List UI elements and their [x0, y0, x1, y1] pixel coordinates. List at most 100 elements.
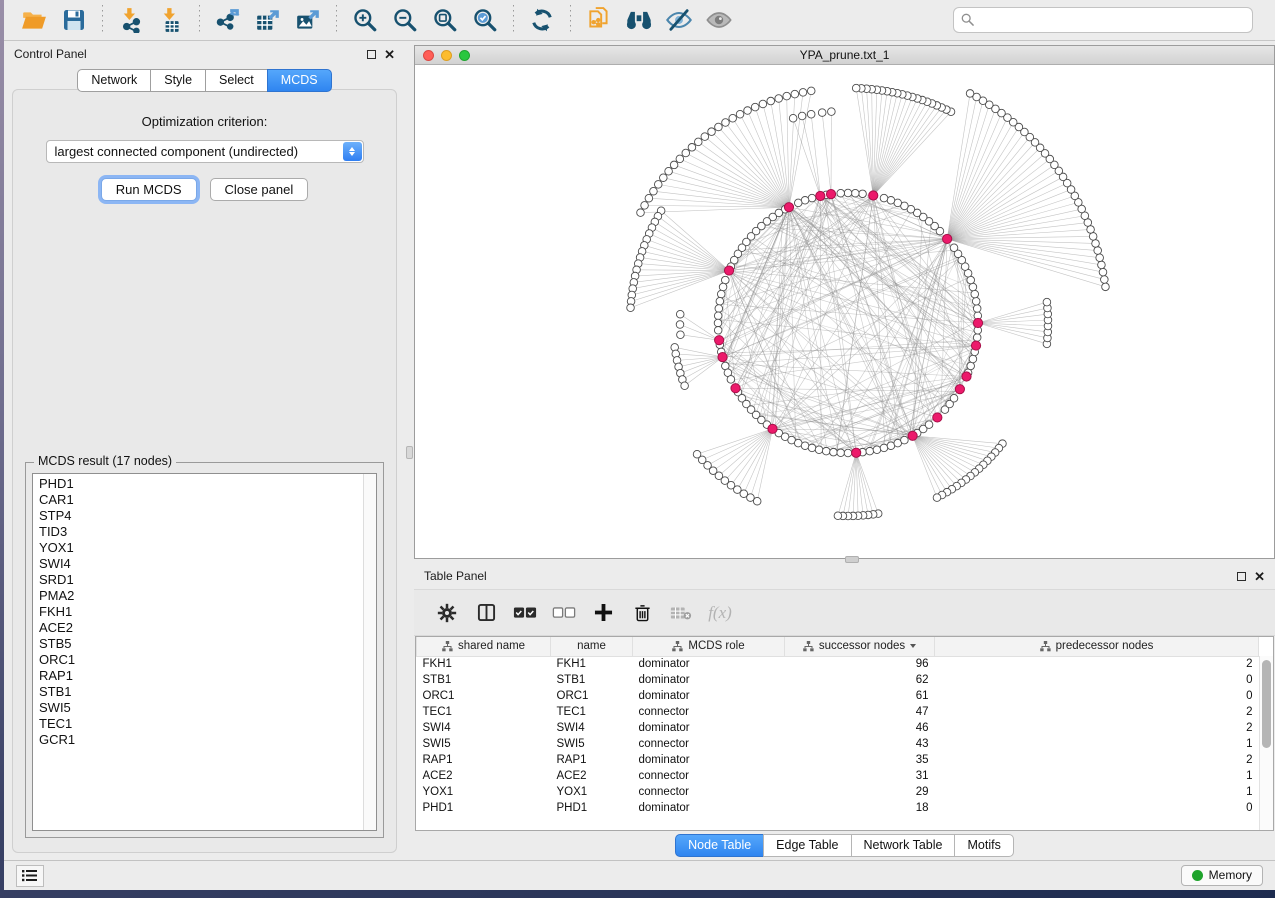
table-cell: SWI5 [417, 736, 551, 752]
delete-column-button[interactable] [627, 598, 657, 628]
task-history-button[interactable] [16, 865, 44, 887]
column-header-name[interactable]: name [551, 637, 633, 656]
column-header-shared-name[interactable]: shared name [417, 637, 551, 656]
tab-mcds[interactable]: MCDS [267, 69, 332, 92]
table-row[interactable]: FKH1FKH1dominator962 [417, 656, 1259, 672]
mcds-result-item[interactable]: ORC1 [39, 652, 361, 668]
table-cell: ORC1 [551, 688, 633, 704]
sort-indicator-icon [910, 644, 916, 648]
hide-selected-button[interactable] [659, 4, 699, 36]
mcds-result-item[interactable]: FKH1 [39, 604, 361, 620]
first-neighbors-button[interactable] [619, 4, 659, 36]
combo-stepper-icon [343, 142, 362, 161]
save-session-button[interactable] [54, 4, 94, 36]
zoom-selected-button[interactable] [465, 4, 505, 36]
import-network-button[interactable] [111, 4, 151, 36]
table-row[interactable]: RAP1RAP1dominator352 [417, 752, 1259, 768]
control-panel-close-button[interactable]: ✕ [384, 50, 395, 59]
tab-edge-table[interactable]: Edge Table [763, 834, 850, 857]
splitter-handle[interactable] [406, 446, 413, 459]
network-graph[interactable] [415, 65, 1275, 558]
export-table-button[interactable] [248, 4, 288, 36]
export-network-button[interactable] [208, 4, 248, 36]
tab-motifs[interactable]: Motifs [954, 834, 1013, 857]
table-panel-float-button[interactable] [1237, 572, 1246, 581]
horizontal-splitter[interactable] [414, 559, 1275, 563]
mcds-result-item[interactable]: STB5 [39, 636, 361, 652]
refresh-layout-button[interactable] [522, 4, 562, 36]
mcds-list-scrollbar[interactable] [363, 474, 376, 830]
trash-icon [633, 603, 652, 622]
table-row[interactable]: SWI5SWI5connector431 [417, 736, 1259, 752]
table-cell: 1 [935, 784, 1259, 800]
tab-node-table[interactable]: Node Table [675, 834, 763, 857]
delete-table-button [666, 598, 696, 628]
select-all-columns-button[interactable] [510, 598, 540, 628]
export-image-button[interactable] [288, 4, 328, 36]
mcds-result-item[interactable]: SWI5 [39, 700, 361, 716]
open-file-button[interactable] [14, 4, 54, 36]
mcds-result-item[interactable]: SRD1 [39, 572, 361, 588]
column-header-MCDS-role[interactable]: MCDS role [633, 637, 785, 656]
import-table-button[interactable] [151, 4, 191, 36]
table-scrollbar-thumb[interactable] [1262, 660, 1271, 748]
mcds-result-item[interactable]: TID3 [39, 524, 361, 540]
mcds-result-item[interactable]: GCR1 [39, 732, 361, 748]
tab-style[interactable]: Style [150, 69, 205, 92]
show-column-button[interactable] [471, 598, 501, 628]
table-row[interactable]: SWI4SWI4dominator462 [417, 720, 1259, 736]
table-cell: 47 [785, 704, 935, 720]
search-input[interactable] [953, 7, 1253, 33]
network-canvas[interactable] [415, 65, 1274, 558]
mcds-result-item[interactable]: RAP1 [39, 668, 361, 684]
create-column-button[interactable] [588, 598, 618, 628]
memory-button[interactable]: Memory [1181, 865, 1263, 886]
vertical-splitter[interactable] [405, 41, 414, 860]
zoom-in-button[interactable] [345, 4, 385, 36]
table-cell: ACE2 [417, 768, 551, 784]
mcds-result-list[interactable]: PHD1CAR1STP4TID3YOX1SWI4SRD1PMA2FKH1ACE2… [32, 473, 377, 831]
criterion-select[interactable]: largest connected component (undirected) [46, 140, 364, 163]
table-cell: 2 [935, 752, 1259, 768]
table-cell: dominator [633, 672, 785, 688]
tab-network[interactable]: Network [77, 69, 150, 92]
mcds-result-item[interactable]: STB1 [39, 684, 361, 700]
copy-network-button[interactable] [579, 4, 619, 36]
mcds-result-item[interactable]: STP4 [39, 508, 361, 524]
zoom-out-button[interactable] [385, 4, 425, 36]
unselect-all-columns-button[interactable] [549, 598, 579, 628]
column-header-successor-nodes[interactable]: successor nodes [785, 637, 935, 656]
mcds-result-item[interactable]: PHD1 [39, 476, 361, 492]
zoom-selected-icon [472, 7, 498, 33]
table-scrollbar[interactable] [1259, 656, 1273, 830]
mcds-result-item[interactable]: YOX1 [39, 540, 361, 556]
table-panel-close-button[interactable]: ✕ [1254, 572, 1265, 581]
table-row[interactable]: STB1STB1dominator620 [417, 672, 1259, 688]
toolbar-separator [102, 5, 103, 35]
table-settings-button[interactable] [432, 598, 462, 628]
table-row[interactable]: ACE2ACE2connector311 [417, 768, 1259, 784]
mcds-result-item[interactable]: TEC1 [39, 716, 361, 732]
table-row[interactable]: PHD1PHD1dominator180 [417, 800, 1259, 816]
mcds-result-item[interactable]: ACE2 [39, 620, 361, 636]
table-toolbar: f(x) [414, 589, 1275, 636]
zoom-fit-icon [432, 7, 458, 33]
eye-slash-icon [665, 6, 693, 34]
table-panel-title: Table Panel [424, 569, 487, 583]
tab-select[interactable]: Select [205, 69, 267, 92]
show-all-button[interactable] [699, 4, 739, 36]
run-mcds-button[interactable]: Run MCDS [101, 178, 197, 201]
mcds-result-item[interactable]: SWI4 [39, 556, 361, 572]
close-panel-button[interactable]: Close panel [210, 178, 309, 201]
control-panel-float-button[interactable] [367, 50, 376, 59]
table-row[interactable]: ORC1ORC1dominator610 [417, 688, 1259, 704]
mcds-result-item[interactable]: PMA2 [39, 588, 361, 604]
tab-network-table[interactable]: Network Table [851, 834, 955, 857]
column-header-predecessor-nodes[interactable]: predecessor nodes [935, 637, 1259, 656]
zoom-fit-button[interactable] [425, 4, 465, 36]
table-row[interactable]: YOX1YOX1connector291 [417, 784, 1259, 800]
table-panel-header: Table Panel ✕ [414, 563, 1275, 589]
table-row[interactable]: TEC1TEC1connector472 [417, 704, 1259, 720]
mcds-result-item[interactable]: CAR1 [39, 492, 361, 508]
splitter-handle[interactable] [845, 556, 859, 563]
